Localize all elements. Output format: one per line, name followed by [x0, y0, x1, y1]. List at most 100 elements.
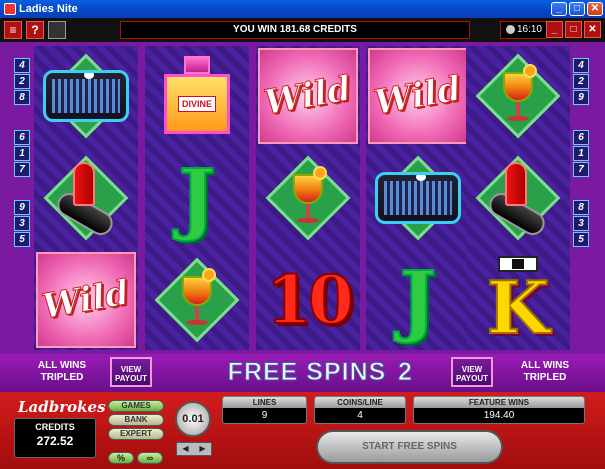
ten-symbol: 10 — [256, 250, 360, 350]
payline-marker[interactable]: 1 — [14, 146, 30, 161]
perfume-label: DIVINE — [177, 96, 216, 112]
coin-value: 0.01 — [175, 401, 211, 437]
payline-marker[interactable]: 9 — [573, 90, 589, 105]
payline-marker[interactable]: 8 — [14, 90, 30, 105]
lines-value: 9 — [261, 410, 268, 421]
menu-icon[interactable]: ≡ — [4, 21, 22, 39]
payline-marker[interactable]: 6 — [14, 130, 30, 145]
k-symbol: K — [466, 250, 570, 351]
reel-area: 4 2 8 6 1 7 9 3 5 4 2 9 6 1 7 8 3 5 Wild… — [0, 42, 605, 354]
payline-marker[interactable]: 6 — [573, 130, 589, 145]
payline-marker[interactable]: 3 — [14, 216, 30, 231]
cocktail-symbol — [145, 250, 249, 350]
payline-marker[interactable]: 9 — [14, 200, 30, 215]
wild-symbol: Wild — [34, 250, 138, 350]
game-close-button[interactable]: ✕ — [584, 21, 601, 38]
cocktail-icon — [503, 64, 537, 126]
payline-marker[interactable]: 2 — [14, 74, 30, 89]
lipstick-symbol — [466, 148, 570, 248]
payline-marker[interactable]: 3 — [573, 216, 589, 231]
game-topbar: ≡ ? YOU WIN 181.68 CREDITS 16:10 _ □ ✕ — [0, 18, 605, 42]
bowtie-icon — [498, 256, 538, 272]
view-payout-button-left[interactable]: VIEW PAYOUT — [110, 357, 152, 387]
payline-marker[interactable]: 7 — [14, 162, 30, 177]
handbag-symbol — [366, 148, 470, 248]
brand-logo: Ladbrokes — [18, 398, 106, 416]
reel-1: Wild — [34, 46, 138, 350]
payline-marker[interactable]: 4 — [14, 58, 30, 73]
coin-down-icon[interactable]: ◀ — [177, 443, 194, 455]
game-window-controls: _ □ ✕ — [546, 21, 601, 38]
credits-value: 272.52 — [36, 434, 74, 448]
view-payout-button-right[interactable]: VIEW PAYOUT — [451, 357, 493, 387]
window-maximize-button[interactable]: □ — [569, 2, 585, 16]
handbag-icon — [375, 172, 461, 224]
feature-wins-value: 194.40 — [483, 410, 515, 421]
free-spins-count: 2 — [398, 358, 413, 387]
clock-time: 16:10 — [516, 24, 542, 35]
j-symbol: J — [145, 148, 249, 248]
help-icon[interactable]: ? — [26, 21, 44, 39]
lines-display: LINES 9 — [222, 396, 307, 424]
cocktail-symbol — [466, 46, 570, 146]
coins-per-line-value: 4 — [357, 410, 363, 421]
payline-marker[interactable]: 7 — [573, 162, 589, 177]
handbag-symbol — [34, 46, 138, 146]
lipstick-symbol — [34, 148, 138, 248]
control-panel: Ladbrokes CREDITS 272.52 GAMES BANK EXPE… — [0, 392, 605, 469]
handbag-icon — [43, 70, 129, 122]
coins-per-line-display: COINS/LINE 4 — [314, 396, 406, 424]
ten-text: 10 — [265, 260, 355, 340]
payline-marker[interactable]: 5 — [573, 232, 589, 247]
cocktail-icon — [293, 166, 327, 228]
expert-button[interactable]: EXPERT — [108, 428, 164, 440]
autoplay-button[interactable]: ∞ — [137, 452, 163, 464]
win-message: YOU WIN 181.68 CREDITS — [120, 21, 470, 39]
wild-symbol: Wild — [366, 46, 470, 146]
lipstick-icon — [51, 158, 121, 240]
perfume-symbol: DIVINE — [145, 46, 249, 146]
game-minimize-button[interactable]: _ — [546, 21, 563, 38]
coin-up-icon[interactable]: ▶ — [194, 443, 211, 455]
feature-wins-display: FEATURE WINS 194.40 — [413, 396, 585, 424]
app-icon — [4, 3, 16, 15]
coins-per-line-label: COINS/LINE — [315, 397, 405, 408]
reel-3: Wild 10 — [256, 46, 360, 350]
payline-marker[interactable]: 5 — [14, 232, 30, 247]
payline-marker[interactable]: 2 — [573, 74, 589, 89]
window-close-button[interactable]: ✕ — [587, 2, 603, 16]
credits-display: CREDITS 272.52 — [14, 418, 96, 458]
wild-symbol: Wild — [256, 46, 360, 146]
all-wins-tripled-left: ALL WINS TRIPLED — [37, 360, 87, 383]
coin-selector: ◀ ▶ — [176, 442, 212, 456]
window-minimize-button[interactable]: _ — [551, 2, 567, 16]
free-spins-banner: ALL WINS TRIPLED VIEW PAYOUT FREE SPINS … — [0, 354, 605, 392]
feature-wins-label: FEATURE WINS — [414, 397, 584, 408]
all-wins-tripled-right: ALL WINS TRIPLED — [520, 360, 570, 383]
percent-button[interactable]: % — [108, 452, 134, 464]
j-text: J — [178, 152, 217, 245]
credits-label: CREDITS — [35, 422, 75, 432]
cocktail-symbol — [256, 148, 360, 248]
window-titlebar: Ladies Nite _ □ ✕ — [0, 0, 605, 18]
paylines-right: 4 2 9 6 1 7 8 3 5 — [573, 58, 591, 248]
payline-marker[interactable]: 8 — [573, 200, 589, 215]
j-text: J — [399, 254, 438, 347]
reel-4: Wild J — [366, 46, 470, 350]
clock: 16:10 — [500, 21, 547, 39]
bank-button[interactable]: BANK — [108, 414, 164, 426]
game-restore-button[interactable]: □ — [565, 21, 582, 38]
reel-2: DIVINE J — [145, 46, 249, 350]
settings-icon[interactable] — [48, 21, 66, 39]
games-button[interactable]: GAMES — [108, 400, 164, 412]
lipstick-icon — [483, 158, 553, 240]
window-title: Ladies Nite — [19, 3, 78, 15]
cocktail-icon — [182, 268, 216, 330]
payline-marker[interactable]: 4 — [573, 58, 589, 73]
payline-marker[interactable]: 1 — [573, 146, 589, 161]
reel-5: K — [466, 46, 570, 351]
j-symbol: J — [366, 250, 470, 350]
clock-icon — [506, 25, 515, 34]
perfume-icon: DIVINE — [162, 56, 232, 136]
start-free-spins-button[interactable]: START FREE SPINS — [316, 430, 503, 464]
